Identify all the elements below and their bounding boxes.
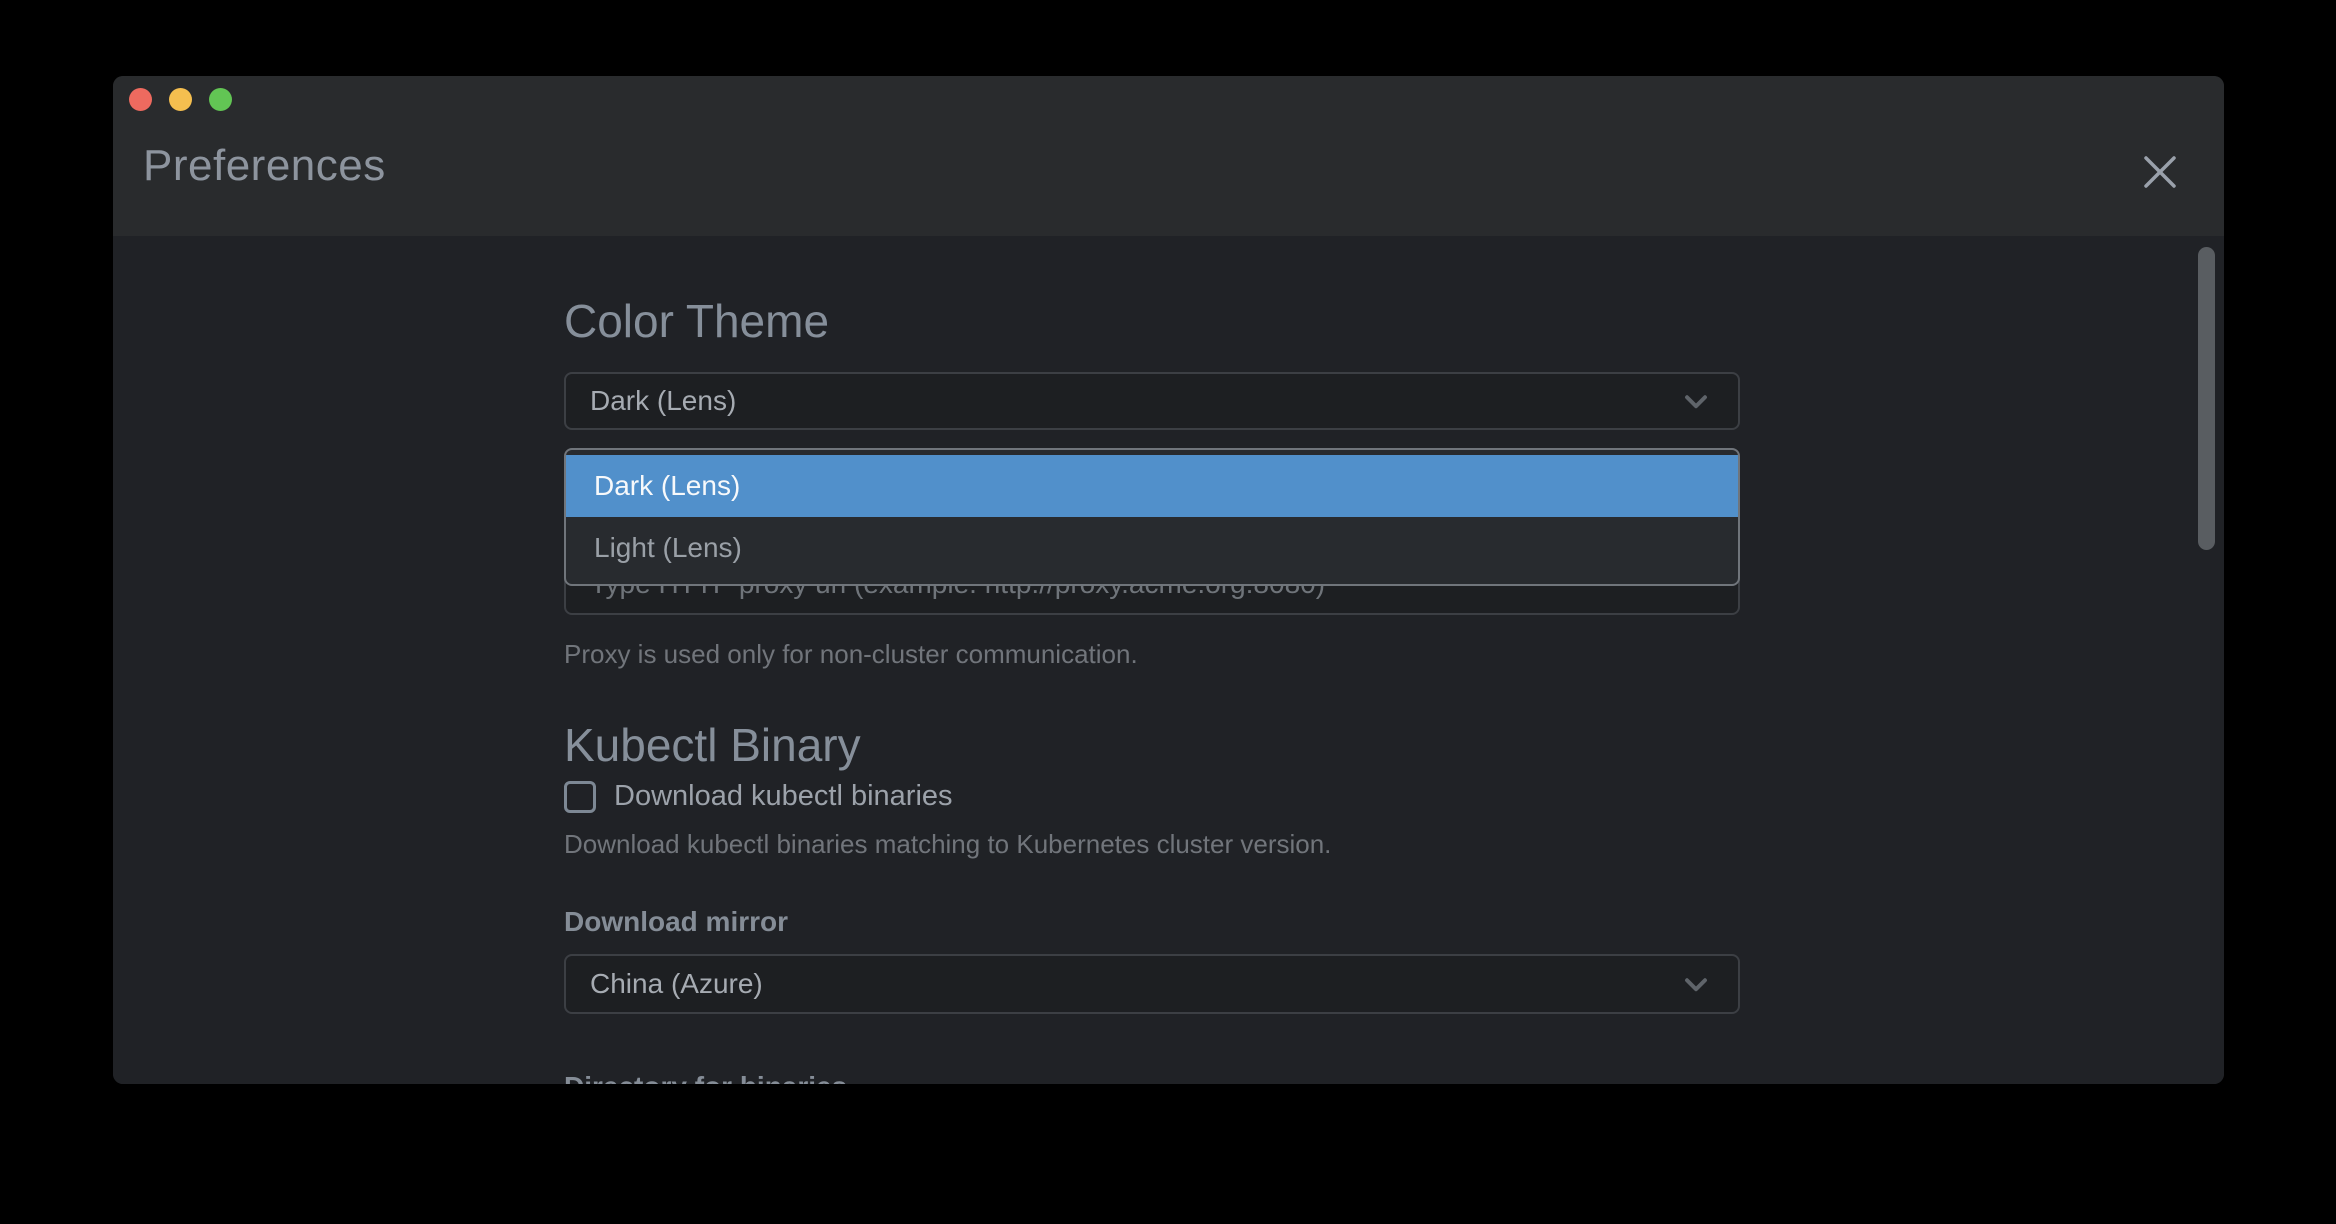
maximize-traffic-light[interactable] — [209, 88, 232, 111]
download-mirror-select[interactable]: China (Azure) — [564, 954, 1740, 1014]
close-traffic-light[interactable] — [129, 88, 152, 111]
download-mirror-label: Download mirror — [564, 905, 788, 939]
titlebar: Preferences — [113, 76, 2224, 236]
dropdown-option-light[interactable]: Light (Lens) — [566, 517, 1738, 579]
page-title: Preferences — [143, 140, 386, 192]
color-theme-select[interactable]: Dark (Lens) — [564, 372, 1740, 430]
close-icon — [2140, 152, 2180, 192]
kubectl-heading: Kubectl Binary — [564, 718, 1740, 772]
scrollbar-thumb[interactable] — [2198, 247, 2215, 550]
directory-for-binaries-label: Directory for binaries — [564, 1070, 847, 1084]
kubectl-section: Kubectl Binary — [564, 718, 1740, 772]
desktop-background: { "window": { "title": "Preferences" }, … — [0, 0, 2336, 1224]
kubectl-description: Download kubectl binaries matching to Ku… — [564, 828, 1331, 860]
color-theme-heading: Color Theme — [564, 294, 1740, 348]
color-theme-select-value: Dark (Lens) — [590, 385, 1678, 417]
download-kubectl-checkbox-label: Download kubectl binaries — [614, 780, 953, 813]
close-button[interactable] — [2136, 148, 2184, 196]
minimize-traffic-light[interactable] — [169, 88, 192, 111]
download-mirror-select-value: China (Azure) — [590, 968, 1678, 1000]
preferences-window: Preferences Color Theme Dark (Lens) Dark… — [113, 76, 2224, 1084]
color-theme-section: Color Theme — [564, 294, 1740, 348]
chevron-down-icon — [1678, 966, 1714, 1002]
chevron-down-icon — [1678, 383, 1714, 419]
color-theme-dropdown-menu: Dark (Lens) Light (Lens) — [564, 448, 1740, 586]
download-kubectl-checkbox-row[interactable]: Download kubectl binaries — [564, 780, 953, 813]
download-kubectl-checkbox[interactable] — [564, 781, 596, 813]
dropdown-option-dark[interactable]: Dark (Lens) — [566, 455, 1738, 517]
proxy-hint-text: Proxy is used only for non-cluster commu… — [564, 638, 1138, 670]
